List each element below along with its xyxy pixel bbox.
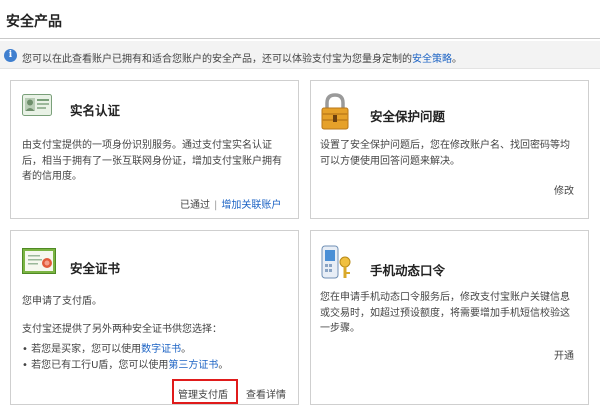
certificate-line1: 您申请了支付盾。 (22, 296, 102, 307)
manage-shield-link[interactable]: 管理支付盾 (178, 386, 228, 401)
mobile-token-title: 手机动态口令 (370, 263, 446, 278)
bullet-1-suffix: 。 (181, 344, 192, 355)
security-question-title: 安全保护问题 (370, 109, 446, 124)
realname-status: 已通过 (180, 200, 210, 211)
enable-link[interactable]: 开通 (554, 347, 574, 362)
certificate-title: 安全证书 (70, 261, 121, 276)
add-linked-account-link[interactable]: 增加关联账户 (221, 200, 281, 211)
realname-desc: 由支付宝提供的一项身份识别服务。通过支付宝实名认证后，相当于拥有了一张互联网身份… (22, 140, 282, 182)
bullet-2-suffix: 。 (218, 360, 229, 371)
info-suffix: 。 (452, 54, 462, 65)
third-party-cert-link[interactable]: 第三方证书 (168, 360, 218, 371)
title-divider (0, 38, 600, 39)
bullet-dot: • (22, 344, 32, 355)
certificate-line2: 支付宝还提供了另外两种安全证书供您选择： (22, 324, 222, 335)
realname-title: 实名认证 (70, 103, 121, 118)
mobile-token-desc: 您在申请手机动态口令服务后，修改支付宝账户关键信息或交易时，如超过预设额度，将需… (320, 292, 570, 334)
certificate-bullet-1: • 若您是买家，您可以使用数字证书。 (22, 340, 191, 355)
realname-actions: 已通过 | 增加关联账户 (180, 196, 281, 211)
action-separator: | (214, 200, 218, 211)
bullet-dot: • (22, 360, 32, 371)
security-strategy-link[interactable]: 安全策略 (412, 54, 452, 65)
info-icon: i (4, 49, 17, 62)
page-title: 安全产品 (6, 14, 62, 30)
phone-key-icon (320, 244, 354, 282)
digital-cert-link[interactable]: 数字证书 (141, 344, 181, 355)
info-text: 您可以在此查看账户已拥有和适合您账户的安全产品，还可以体验支付宝为您量身定制的安… (22, 50, 462, 65)
bullet-1-text: 若您是买家，您可以使用 (31, 344, 142, 355)
view-details-link[interactable]: 查看详情 (246, 386, 286, 401)
lock-icon (320, 93, 350, 131)
info-message: 您可以在此查看账户已拥有和适合您账户的安全产品，还可以体验支付宝为您量身定制的 (22, 54, 412, 65)
bullet-2-text: 若您已有工行U盾，您可以使用 (31, 360, 169, 371)
certificate-bullet-2: • 若您已有工行U盾，您可以使用第三方证书。 (22, 356, 228, 371)
certificate-icon (22, 248, 56, 274)
security-question-desc: 设置了安全保护问题后，您在修改账户名、找回密码等均可以方便使用回答问题来解决。 (320, 140, 570, 167)
id-card-icon (22, 94, 52, 116)
modify-link[interactable]: 修改 (554, 182, 574, 197)
